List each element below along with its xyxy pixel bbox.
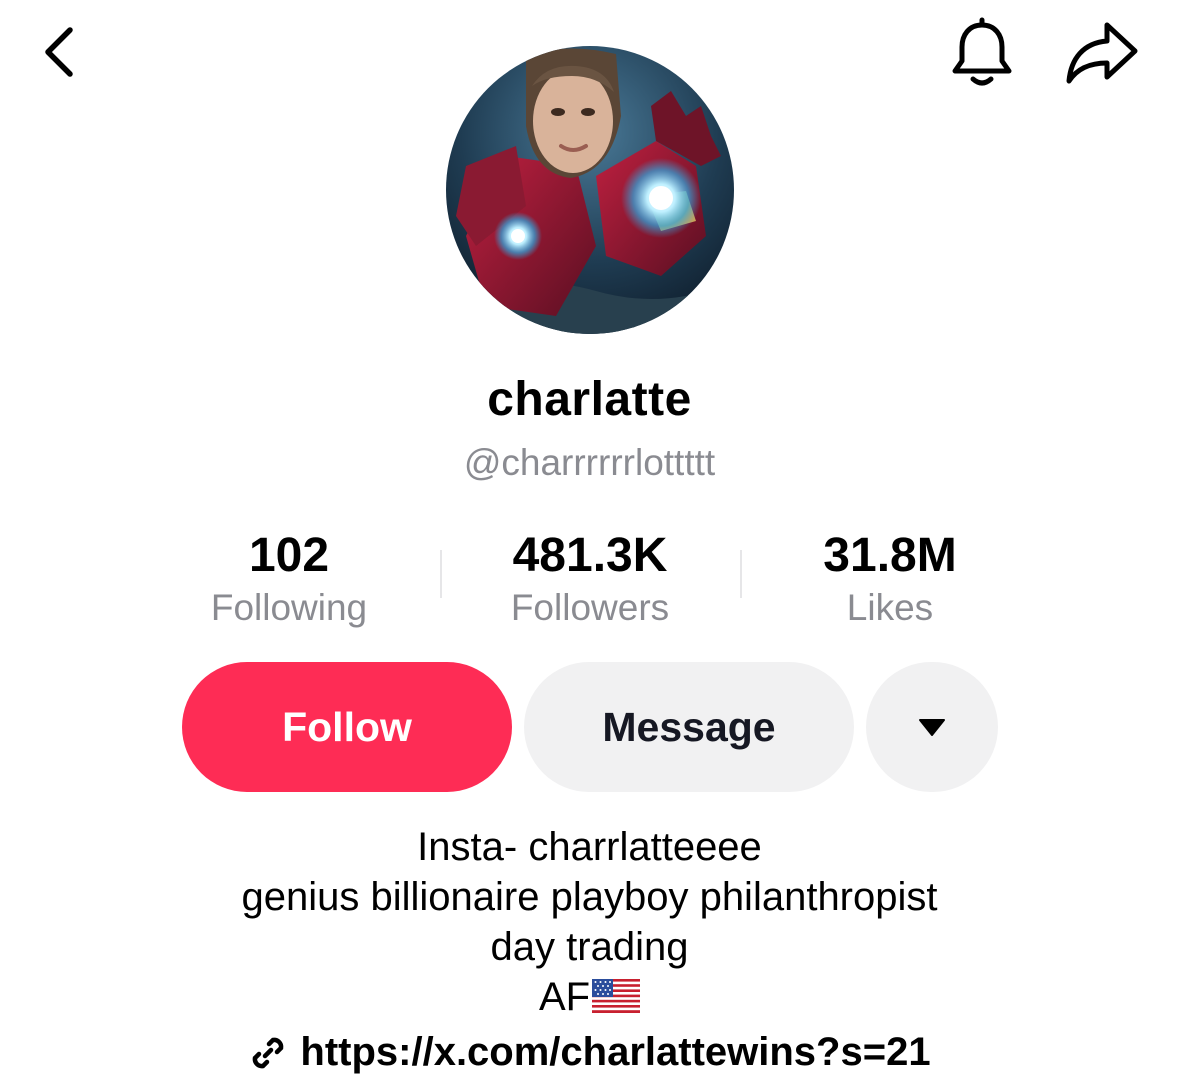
avatar-photo <box>446 46 734 334</box>
bio: Insta- charrlatteeee genius billionaire … <box>0 822 1179 1022</box>
caret-down-icon <box>919 719 945 736</box>
bio-line: genius billionaire playboy philanthropis… <box>241 875 938 919</box>
link-icon <box>253 1037 284 1068</box>
link-url[interactable]: https://x.com/charlattewins?s=21 <box>300 1030 930 1075</box>
message-button[interactable]: Message <box>524 662 854 792</box>
avatar[interactable] <box>446 46 734 334</box>
stat-value: 102 <box>248 529 330 582</box>
profile-link[interactable]: https://x.com/charlattewins?s=21 <box>0 1030 1179 1075</box>
stat-label: Likes <box>846 587 934 628</box>
stat-followers[interactable]: 481.3K Followers <box>440 526 740 630</box>
stat-likes[interactable]: 31.8M Likes <box>740 526 1040 630</box>
username-handle: @charrrrrrlottttt <box>463 442 716 483</box>
display-name: charlatte <box>487 373 692 426</box>
chevron-left-icon <box>45 27 73 77</box>
follow-button[interactable]: Follow <box>182 662 512 792</box>
stat-label: Following <box>210 587 368 628</box>
share-arrow-icon <box>1066 22 1138 84</box>
stat-value: 31.8M <box>823 529 957 582</box>
bio-line-flag: AF <box>0 972 1179 1022</box>
bio-line: day trading <box>490 925 689 969</box>
stat-label: Followers <box>510 587 670 628</box>
stat-following[interactable]: 102 Following <box>139 526 439 630</box>
notifications-button[interactable] <box>944 14 1020 90</box>
share-button[interactable] <box>1058 14 1144 90</box>
bell-icon <box>952 17 1012 86</box>
bio-line: Insta- charrlatteeee <box>417 825 762 869</box>
more-options-button[interactable] <box>866 662 998 792</box>
back-button[interactable] <box>28 18 92 86</box>
stat-value: 481.3K <box>512 529 668 582</box>
bio-line-text: AF <box>538 975 591 1019</box>
us-flag-icon <box>592 979 641 1013</box>
